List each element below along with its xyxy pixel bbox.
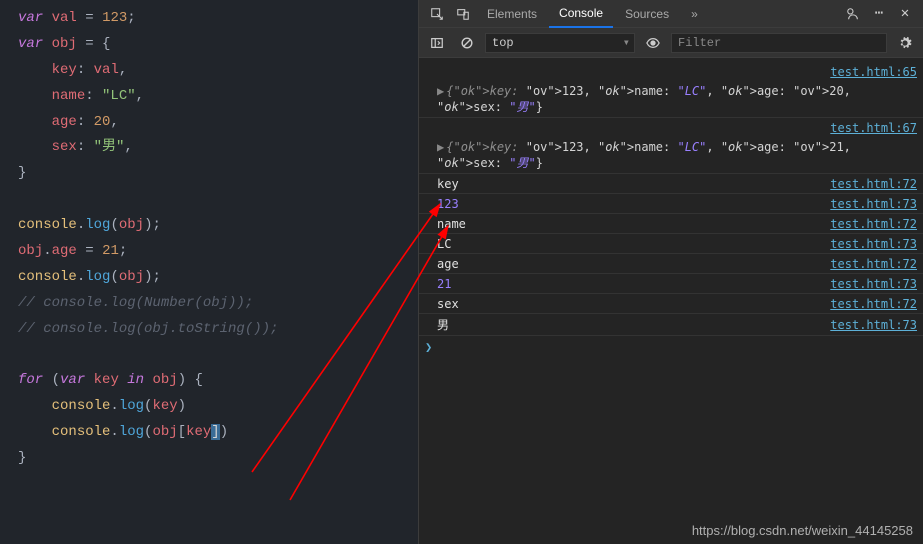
- console-row[interactable]: 21 test.html:73: [419, 274, 923, 294]
- console-toolbar: top Filter: [419, 28, 923, 58]
- code-line[interactable]: // console.log(Number(obj));: [18, 291, 418, 317]
- source-link[interactable]: test.html:73: [830, 197, 917, 211]
- console-row[interactable]: test.html:65: [419, 62, 923, 82]
- console-row[interactable]: key test.html:72: [419, 174, 923, 194]
- code-line[interactable]: age: 20,: [18, 110, 418, 136]
- live-expression-icon[interactable]: [641, 31, 665, 55]
- tab-more[interactable]: »: [681, 0, 708, 28]
- inspect-icon[interactable]: [425, 2, 449, 26]
- code-line[interactable]: [18, 187, 418, 213]
- code-line[interactable]: for (var key in obj) {: [18, 368, 418, 394]
- code-editor[interactable]: var val = 123;var obj = { key: val, name…: [0, 0, 418, 544]
- device-icon[interactable]: [451, 2, 475, 26]
- source-link[interactable]: test.html:65: [830, 65, 917, 79]
- expand-arrow-icon[interactable]: ▶: [437, 140, 444, 154]
- settings-icon[interactable]: [893, 31, 917, 55]
- console-row[interactable]: test.html:67: [419, 118, 923, 138]
- clear-console-icon[interactable]: [455, 31, 479, 55]
- source-link[interactable]: test.html:67: [830, 121, 917, 135]
- source-link[interactable]: test.html:73: [830, 277, 917, 291]
- tab-console[interactable]: Console: [549, 0, 613, 28]
- devtools-tabs: Elements Console Sources » ⋯ ✕: [419, 0, 923, 28]
- source-link[interactable]: test.html:73: [830, 318, 917, 332]
- log-value: sex: [437, 297, 822, 311]
- console-row[interactable]: age test.html:72: [419, 254, 923, 274]
- console-row[interactable]: 123 test.html:73: [419, 194, 923, 214]
- code-line[interactable]: }: [18, 161, 418, 187]
- console-row[interactable]: sex test.html:72: [419, 294, 923, 314]
- log-value: 123: [437, 197, 822, 211]
- context-selector[interactable]: top: [485, 33, 635, 53]
- code-line[interactable]: var obj = {: [18, 32, 418, 58]
- console-row[interactable]: LC test.html:73: [419, 234, 923, 254]
- sidebar-toggle-icon[interactable]: [425, 31, 449, 55]
- code-line[interactable]: }: [18, 446, 418, 472]
- source-link[interactable]: test.html:72: [830, 217, 917, 231]
- more-icon[interactable]: ⋯: [867, 2, 891, 26]
- devtools-panel: Elements Console Sources » ⋯ ✕ top Filte…: [418, 0, 923, 544]
- code-line[interactable]: console.log(key): [18, 394, 418, 420]
- code-line[interactable]: var val = 123;: [18, 6, 418, 32]
- source-link[interactable]: test.html:73: [830, 237, 917, 251]
- log-value: 21: [437, 277, 822, 291]
- console-output[interactable]: test.html:65 ▶{"ok">key: "ov">123, "ok">n…: [419, 58, 923, 544]
- console-row[interactable]: ▶{"ok">key: "ov">123, "ok">name: "LC", "…: [419, 138, 923, 174]
- console-prompt[interactable]: ❯: [419, 336, 923, 358]
- console-row[interactable]: ▶{"ok">key: "ov">123, "ok">name: "LC", "…: [419, 82, 923, 118]
- code-line[interactable]: [18, 343, 418, 369]
- filter-input[interactable]: Filter: [671, 33, 887, 53]
- tab-elements[interactable]: Elements: [477, 0, 547, 28]
- source-link[interactable]: test.html:72: [830, 257, 917, 271]
- context-value: top: [492, 36, 514, 50]
- source-link[interactable]: test.html:72: [830, 177, 917, 191]
- code-line[interactable]: console.log(obj);: [18, 265, 418, 291]
- code-line[interactable]: obj.age = 21;: [18, 239, 418, 265]
- code-line[interactable]: console.log(obj[key]): [18, 420, 418, 446]
- console-row[interactable]: 男 test.html:73: [419, 314, 923, 336]
- code-line[interactable]: name: "LC",: [18, 84, 418, 110]
- code-line[interactable]: console.log(obj);: [18, 213, 418, 239]
- expand-arrow-icon[interactable]: ▶: [437, 84, 444, 98]
- log-value: age: [437, 257, 822, 271]
- code-line[interactable]: key: val,: [18, 58, 418, 84]
- log-value: key: [437, 177, 822, 191]
- code-line[interactable]: // console.log(obj.toString());: [18, 317, 418, 343]
- close-icon[interactable]: ✕: [893, 2, 917, 26]
- filter-placeholder: Filter: [678, 36, 721, 50]
- log-value: name: [437, 217, 822, 231]
- tab-sources[interactable]: Sources: [615, 0, 679, 28]
- source-link[interactable]: test.html:72: [830, 297, 917, 311]
- log-value: LC: [437, 237, 822, 251]
- code-line[interactable]: sex: "男",: [18, 135, 418, 161]
- log-value: 男: [437, 316, 822, 333]
- warnings-icon[interactable]: [841, 2, 865, 26]
- console-row[interactable]: name test.html:72: [419, 214, 923, 234]
